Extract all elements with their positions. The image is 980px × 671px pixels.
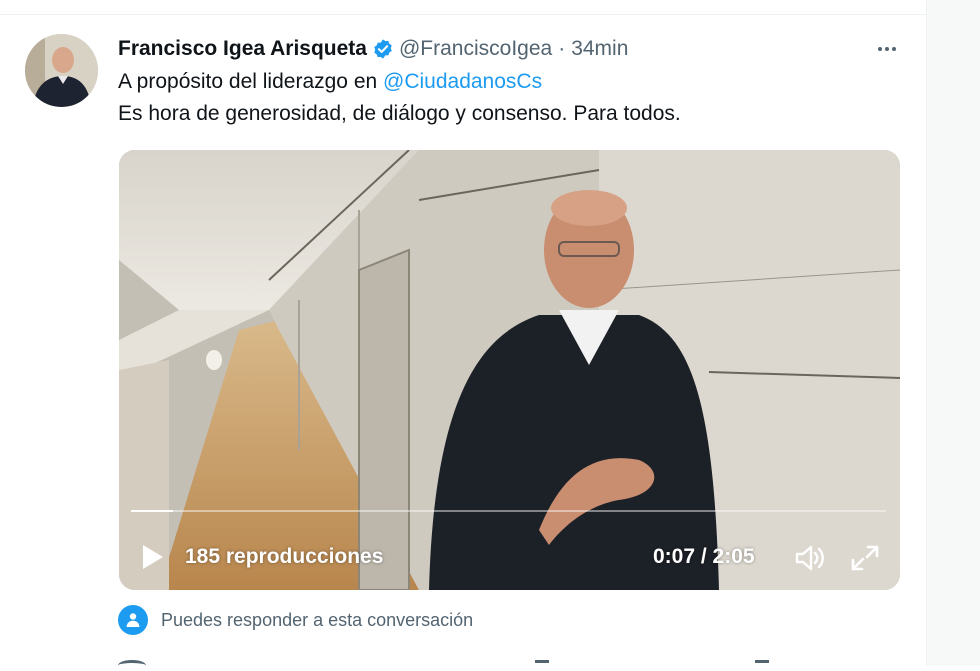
author-handle[interactable]: @FranciscoIgea (399, 37, 552, 61)
play-icon[interactable] (141, 544, 165, 570)
tweet-text-line-2: Es hora de generosidad, de diálogo y con… (118, 102, 681, 125)
volume-icon[interactable] (794, 544, 826, 572)
tweet-time[interactable]: 34min (571, 37, 628, 61)
video-frame (119, 150, 900, 590)
tweet-text-prefix: A propósito del liderazgo en (118, 70, 384, 93)
top-divider (0, 14, 926, 15)
separator-dot: · (558, 37, 566, 60)
video-time: 0:07 / 2:05 (653, 545, 755, 569)
time-separator: / (695, 545, 713, 568)
more-icon[interactable] (872, 36, 902, 62)
video-controls: 185 reproducciones 0:07 / 2:05 (119, 530, 900, 582)
video-player[interactable]: 185 reproducciones 0:07 / 2:05 (119, 150, 900, 590)
view-count: 185 reproducciones (185, 545, 384, 568)
reply-restriction-note: Puedes responder a esta conversación (118, 604, 473, 636)
avatar[interactable] (25, 34, 98, 107)
verified-badge-icon (374, 39, 392, 59)
reply-note-text: Puedes responder a esta conversación (161, 609, 474, 630)
right-sidebar (927, 0, 980, 666)
duration: 2:05 (712, 545, 755, 568)
video-progress-fill (131, 510, 174, 512)
video-progress-bar[interactable] (131, 510, 886, 512)
tweet-header: Francisco Igea Arisqueta @FranciscoIgea … (118, 36, 628, 62)
people-icon (118, 605, 148, 635)
fullscreen-icon[interactable] (850, 544, 880, 572)
author-name[interactable]: Francisco Igea Arisqueta (118, 37, 367, 61)
mention-link[interactable]: @CiudadanosCs (383, 70, 542, 93)
current-time: 0:07 (653, 545, 696, 568)
tweet-text-line-1: A propósito del liderazgo en @Ciudadanos… (118, 70, 542, 94)
